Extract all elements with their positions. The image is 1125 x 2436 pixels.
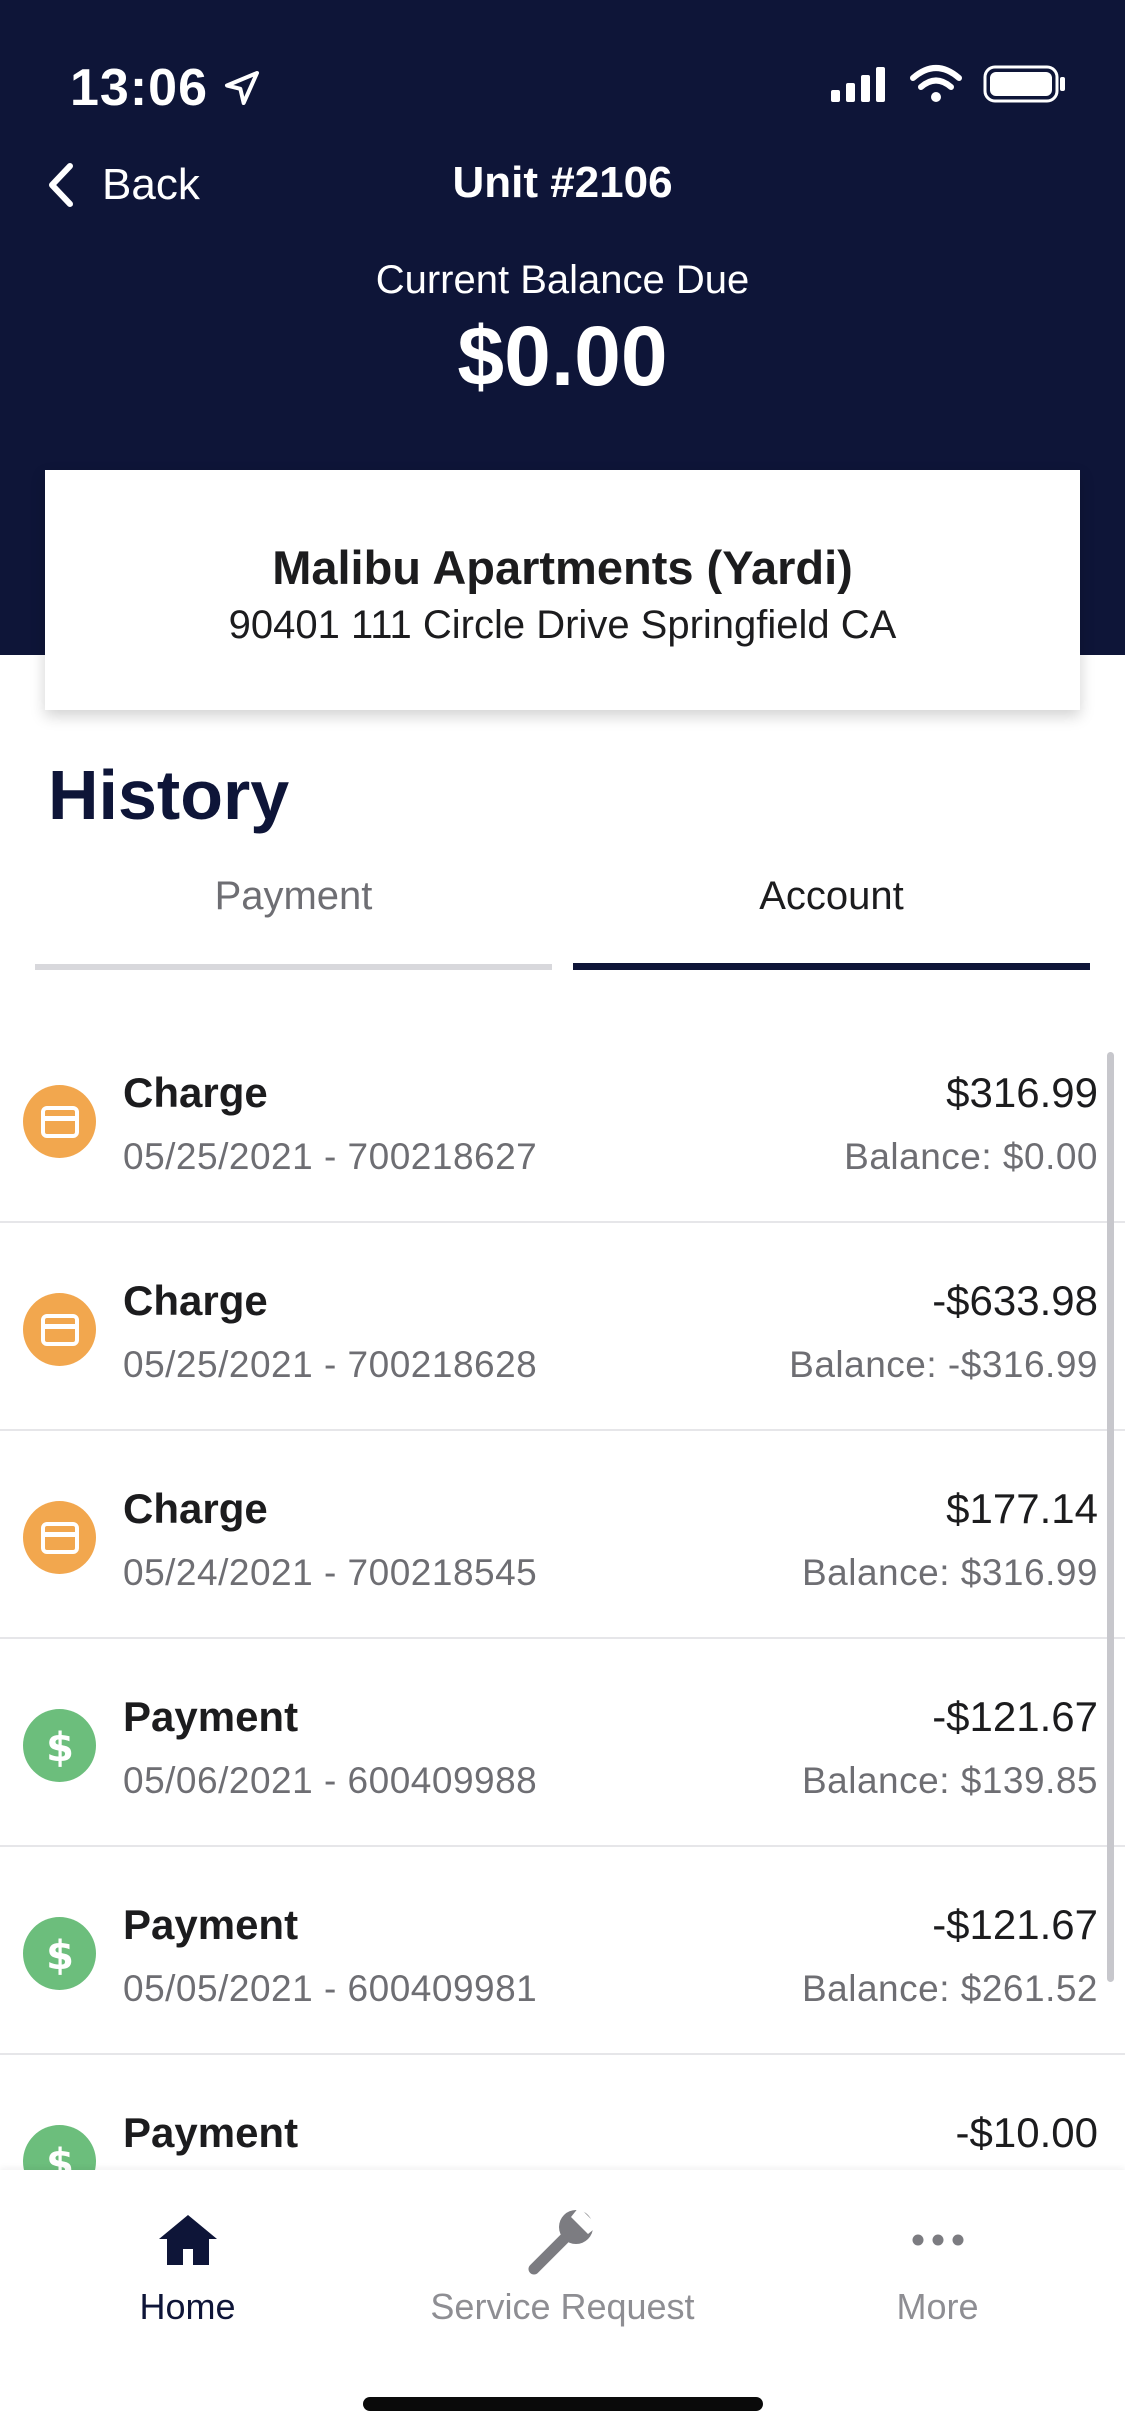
credit-card-icon: [23, 1501, 96, 1574]
home-icon: [0, 2200, 375, 2280]
tab-account-label: Account: [759, 874, 904, 918]
credit-card-icon: [23, 1293, 96, 1366]
item-meta: 05/25/2021 - 700218628: [123, 1344, 538, 1385]
tab-home[interactable]: Home: [0, 2200, 375, 2328]
location-arrow-icon: [225, 71, 259, 105]
item-meta: 05/25/2021 - 700218627: [123, 1136, 538, 1177]
item-meta: 05/24/2021 - 700218545: [123, 1552, 538, 1593]
item-meta: 05/06/2021 - 600409988: [123, 1760, 538, 1801]
item-balance: Balance: -$316.99: [789, 1344, 1098, 1385]
history-title: History: [48, 756, 290, 834]
more-dots-icon: [750, 2200, 1125, 2280]
item-amount: -$10.00: [955, 2109, 1098, 2156]
svg-text:$: $: [46, 1933, 74, 1977]
history-tabs: Payment Account: [35, 860, 1090, 970]
status-time: 13:06: [70, 58, 262, 118]
dollar-icon: $: [23, 1709, 96, 1782]
item-amount: -$121.67: [932, 1901, 1098, 1948]
tab-more-label: More: [896, 2286, 979, 2327]
item-amount: -$633.98: [932, 1277, 1098, 1324]
item-type: Payment: [123, 1901, 299, 1948]
battery-icon: [983, 65, 1065, 103]
svg-text:$: $: [46, 2141, 74, 2171]
dollar-icon: $: [23, 2125, 96, 2170]
list-item[interactable]: Charge 05/25/2021 - 700218628 -$633.98 B…: [0, 1223, 1125, 1431]
item-type: Payment: [123, 1693, 299, 1740]
item-meta: 05/05/2021 - 600409981: [123, 1968, 538, 2009]
item-amount: -$121.67: [932, 1693, 1098, 1740]
list-item[interactable]: $ Payment 05/06/2021 - 600409988 -$121.6…: [0, 1639, 1125, 1847]
signal-icon: [831, 67, 885, 102]
tab-more[interactable]: More: [750, 2200, 1125, 2328]
item-type: Payment: [123, 2109, 299, 2156]
balance-label: Current Balance Due: [375, 258, 750, 302]
page-title: Unit #2106: [452, 158, 673, 207]
tab-payment-underline: [35, 964, 552, 970]
wrench-icon: [375, 2200, 750, 2280]
credit-card-icon: [23, 1085, 96, 1158]
property-name: Malibu Apartments (Yardi): [272, 541, 853, 594]
tab-payment[interactable]: Payment: [35, 860, 552, 970]
tab-payment-label: Payment: [214, 874, 373, 918]
property-card: Malibu Apartments (Yardi) 90401 111 Circ…: [45, 470, 1080, 710]
status-indicators: [829, 64, 1067, 104]
item-balance: Balance: $0.00: [844, 1136, 1098, 1177]
balance-amount: $0.00: [457, 309, 668, 403]
item-type: Charge: [123, 1485, 268, 1532]
status-bar: 13:06: [0, 0, 1125, 140]
list-item[interactable]: Charge 05/24/2021 - 700218545 $177.14 Ba…: [0, 1431, 1125, 1639]
item-type: Charge: [123, 1069, 268, 1116]
wifi-icon: [910, 65, 962, 102]
svg-text:$: $: [46, 1725, 74, 1769]
list-item[interactable]: Charge 05/25/2021 - 700218627 $316.99 Ba…: [0, 1015, 1125, 1223]
item-amount: $177.14: [946, 1485, 1098, 1532]
item-type: Charge: [123, 1277, 268, 1324]
tab-account-underline: [573, 963, 1090, 970]
property-address: 90401 111 Circle Drive Springfield CA: [228, 603, 897, 647]
scrollbar[interactable]: [1107, 1052, 1114, 1982]
list-item[interactable]: $ Payment 05/05/2021 - 600409981 -$121.6…: [0, 1847, 1125, 2055]
item-balance: Balance: $261.52: [801, 1968, 1098, 2009]
tab-account[interactable]: Account: [573, 860, 1090, 970]
status-time-text: 13:06: [70, 59, 208, 117]
item-balance: Balance: $316.99: [801, 1552, 1098, 1593]
home-indicator: [363, 2397, 763, 2411]
item-balance: Balance: $139.85: [801, 1760, 1098, 1801]
item-amount: $316.99: [946, 1069, 1098, 1116]
tab-home-label: Home: [139, 2286, 236, 2327]
tab-service-request[interactable]: Service Request: [375, 2200, 750, 2328]
dollar-icon: $: [23, 1917, 96, 1990]
list-item[interactable]: $ Payment -$10.00: [0, 2055, 1125, 2170]
nav-bar: Back Unit #2106: [0, 150, 1125, 220]
tab-service-request-label: Service Request: [430, 2286, 695, 2327]
history-list[interactable]: Charge 05/25/2021 - 700218627 $316.99 Ba…: [0, 1015, 1125, 2170]
